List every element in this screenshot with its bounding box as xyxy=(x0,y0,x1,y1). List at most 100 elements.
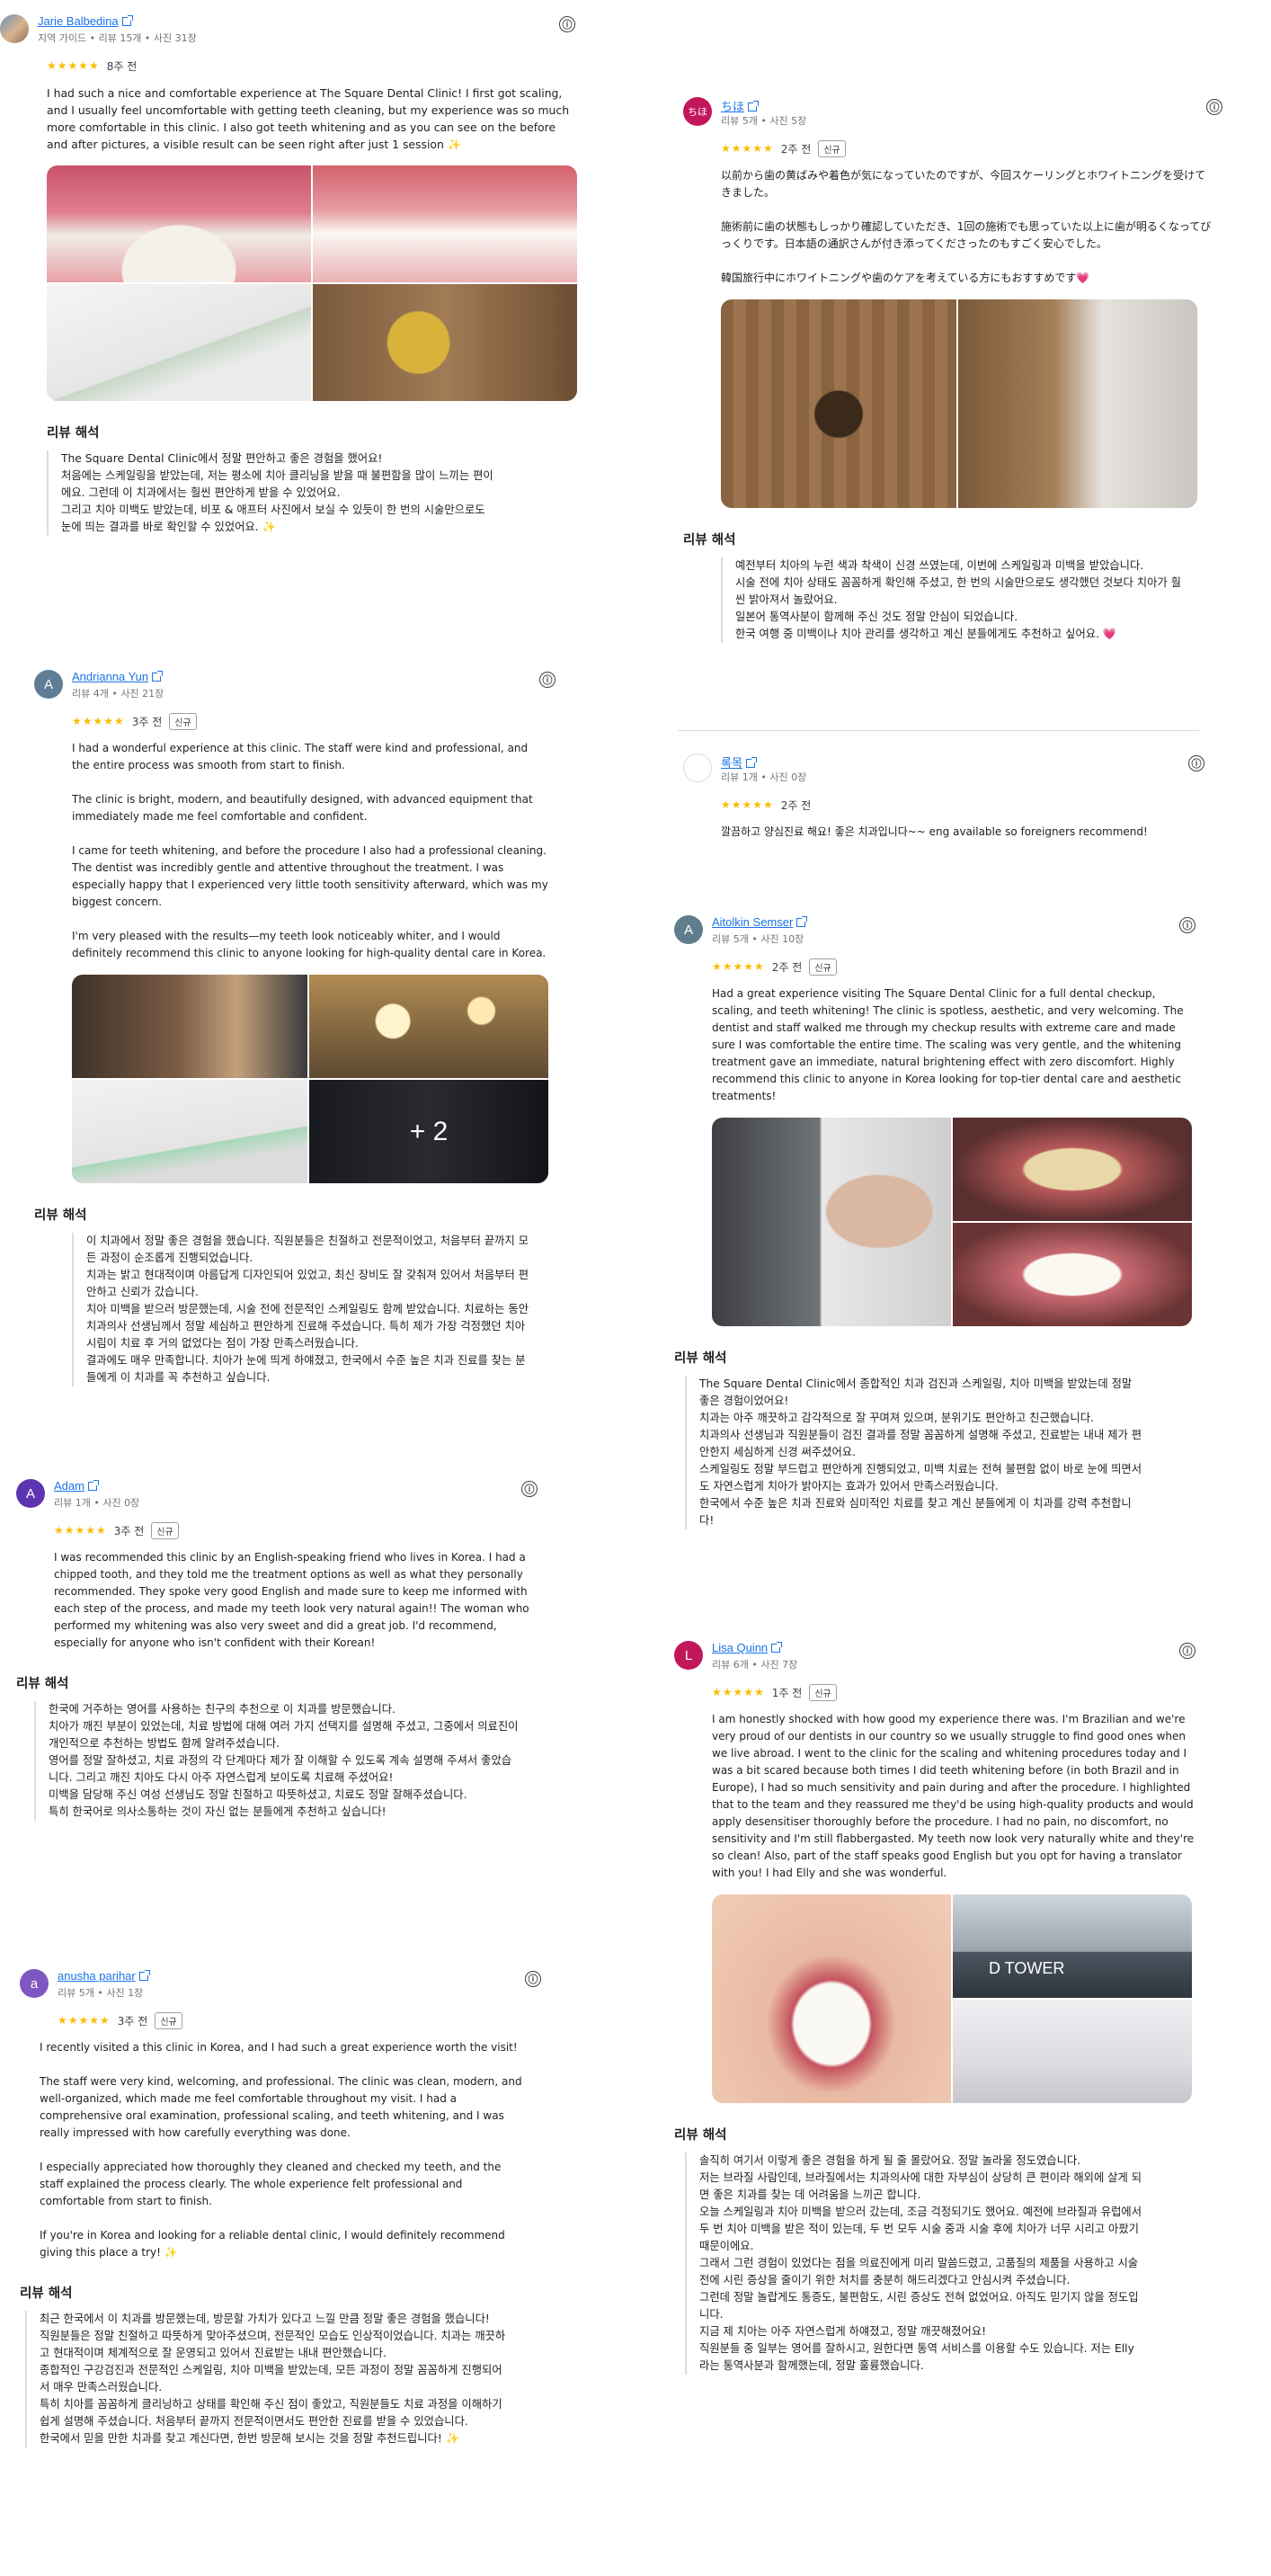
rating-row: ★★★★★ 3주 전 신규 xyxy=(54,1520,538,1540)
translation-title: 리뷰 해석 xyxy=(683,533,736,548)
star-rating: ★★★★★ xyxy=(721,798,774,811)
photo-grid[interactable] xyxy=(712,1118,1192,1326)
info-icon[interactable]: ⓘ xyxy=(559,16,575,32)
avatar[interactable]: A xyxy=(674,915,703,944)
reviewer-meta: 지역 가이드 • 리뷰 15개 • 사진 31장 xyxy=(38,32,197,44)
translation-title: 리뷰 해석 xyxy=(674,2128,727,2143)
reviewer-name-link[interactable]: ちほ xyxy=(721,97,760,114)
photo-dental-chair[interactable] xyxy=(72,1080,307,1183)
rating-row: ★★★★★ 2주 전 xyxy=(721,795,1204,815)
info-icon[interactable]: ⓘ xyxy=(539,672,556,688)
new-badge: 신규 xyxy=(809,1683,837,1701)
photo-grid[interactable] xyxy=(721,299,1197,508)
reviewer-name-link[interactable]: Andrianna Yun xyxy=(72,670,164,683)
review-header: A Adam 리뷰 1개 • 사진 0장 ⓘ xyxy=(16,1479,538,1515)
photo-clinic-interior[interactable] xyxy=(958,299,1197,508)
review-header: Jarie Balbedina 지역 가이드 • 리뷰 15개 • 사진 31장… xyxy=(0,14,575,50)
photo-teeth-after[interactable] xyxy=(313,165,577,282)
star-rating: ★★★★★ xyxy=(712,960,765,973)
translation-title: 리뷰 해석 xyxy=(34,1208,87,1223)
external-link-icon xyxy=(87,1480,99,1491)
review-card: ちほ ちほ 리뷰 5개 • 사진 5장 ⓘ ★★★★★ 2주 전 신규 以前から… xyxy=(683,97,1222,643)
review-date: 2주 전 xyxy=(780,142,812,156)
translation-text: 최근 한국에서 이 치과를 방문했는데, 방문할 가치가 있다고 느낄 만큼 정… xyxy=(25,2311,511,2447)
external-link-icon xyxy=(138,1970,150,1981)
photo-xray-scan[interactable] xyxy=(712,1118,951,1326)
reviewer-name-link[interactable]: Aitolkin Semser xyxy=(712,915,808,929)
review-text: Had a great experience visiting The Squa… xyxy=(712,987,1184,1102)
photo-ceiling-lights[interactable] xyxy=(309,975,548,1078)
rating-row: ★★★★★ 3주 전 신규 xyxy=(58,2010,541,2030)
reviewer-name-link[interactable]: anusha parihar xyxy=(58,1969,150,1983)
external-link-icon xyxy=(152,671,164,682)
review-header: L Lisa Quinn 리뷰 6개 • 사진 7장 ⓘ xyxy=(674,1641,1195,1677)
photo-clinic-reception[interactable] xyxy=(721,299,956,508)
reviewer-name-link[interactable]: Lisa Quinn xyxy=(712,1641,783,1654)
photo-grid[interactable]: D TOWER xyxy=(712,1894,1192,2103)
review-card: A Andrianna Yun 리뷰 4개 • 사진 21장 ⓘ ★★★★★ 3… xyxy=(34,670,556,1386)
reviewer-name-link[interactable]: 록목 xyxy=(721,753,757,771)
info-icon[interactable]: ⓘ xyxy=(521,1481,538,1497)
photo-building-exterior[interactable]: D TOWER xyxy=(953,1894,1192,1998)
info-icon[interactable]: ⓘ xyxy=(1188,755,1204,771)
photo-teeth-before[interactable] xyxy=(47,165,311,282)
avatar[interactable]: L xyxy=(674,1641,703,1670)
photo-clinic-logo[interactable] xyxy=(313,284,577,401)
avatar[interactable]: A xyxy=(16,1479,45,1508)
reviewer-name-link[interactable]: Jarie Balbedina xyxy=(38,14,133,28)
reviewer-name: ちほ xyxy=(721,100,745,113)
star-rating: ★★★★★ xyxy=(721,142,774,155)
info-icon[interactable]: ⓘ xyxy=(525,1971,541,1987)
new-badge: 신규 xyxy=(818,139,846,157)
info-icon[interactable]: ⓘ xyxy=(1179,1643,1195,1659)
external-link-icon xyxy=(745,757,757,768)
translation-title: 리뷰 해석 xyxy=(16,1677,69,1691)
reviewer-meta: 리뷰 5개 • 사진 1장 xyxy=(58,1987,144,1999)
rating-row: ★★★★★ 8주 전 xyxy=(47,56,575,76)
photo-clinic-directory[interactable] xyxy=(953,2000,1192,2103)
photo-smile[interactable] xyxy=(712,1894,951,2103)
rating-row: ★★★★★ 3주 전 신규 xyxy=(72,711,556,731)
more-photos-overlay[interactable]: + 2 xyxy=(309,1080,548,1183)
avatar[interactable]: A xyxy=(34,670,63,699)
reviewer-name-link[interactable]: Adam xyxy=(54,1479,99,1493)
rating-row: ★★★★★ 2주 전 신규 xyxy=(721,138,1222,158)
review-text: I had such a nice and comfortable experi… xyxy=(47,86,570,151)
avatar[interactable] xyxy=(0,14,29,43)
photo-teeth-after[interactable] xyxy=(953,1223,1192,1326)
reviewer-name: Adam xyxy=(54,1479,84,1493)
photo-grid[interactable] xyxy=(47,165,577,401)
translation-text: 한국에 거주하는 영어를 사용하는 친구의 추천으로 이 치과를 방문했습니다.… xyxy=(34,1701,520,1821)
photo-grid[interactable]: + 2 xyxy=(72,975,548,1183)
translation-text: 예전부터 치아의 누런 색과 착색이 신경 쓰였는데, 이번에 스케일링과 미백… xyxy=(721,557,1188,643)
rating-row: ★★★★★ 2주 전 신규 xyxy=(712,957,1195,976)
reviewer-meta: 리뷰 5개 • 사진 10장 xyxy=(712,933,804,945)
review-card: Jarie Balbedina 지역 가이드 • 리뷰 15개 • 사진 31장… xyxy=(0,14,577,536)
photo-teeth-before[interactable] xyxy=(953,1118,1192,1221)
translation-text: 이 치과에서 정말 좋은 경험을 했습니다. 직원분들은 친절하고 전문적이었고… xyxy=(72,1233,530,1386)
external-link-icon xyxy=(796,916,808,927)
photo-clinic-ceiling[interactable] xyxy=(47,284,311,401)
translation-text: The Square Dental Clinic에서 종합적인 치과 검진과 스… xyxy=(685,1376,1143,1529)
photo-treatment-room[interactable] xyxy=(72,975,307,1078)
info-icon[interactable]: ⓘ xyxy=(1206,99,1222,115)
reviewer-name: Lisa Quinn xyxy=(712,1641,769,1654)
review-text: I am honestly shocked with how good my e… xyxy=(712,1713,1195,1879)
external-link-icon xyxy=(771,1642,783,1653)
reviewer-meta: 리뷰 6개 • 사진 7장 xyxy=(712,1659,798,1671)
avatar[interactable]: ちほ xyxy=(683,97,712,126)
info-icon[interactable]: ⓘ xyxy=(1179,917,1195,933)
new-badge: 신규 xyxy=(155,2011,182,2029)
review-date: 8주 전 xyxy=(106,59,138,73)
external-link-icon xyxy=(748,101,760,111)
star-rating: ★★★★★ xyxy=(47,59,100,72)
rating-row: ★★★★★ 1주 전 신규 xyxy=(712,1682,1195,1702)
reviewer-name: anusha parihar xyxy=(58,1969,136,1983)
avatar[interactable] xyxy=(683,753,712,782)
avatar[interactable]: a xyxy=(20,1969,49,1998)
star-rating: ★★★★★ xyxy=(712,1686,765,1698)
review-text: 깔끔하고 양심진료 해요! 좋은 치과입니다~~ eng available s… xyxy=(721,825,1148,838)
review-header: A Andrianna Yun 리뷰 4개 • 사진 21장 ⓘ xyxy=(34,670,556,706)
new-badge: 신규 xyxy=(169,712,197,730)
reviewer-meta: 리뷰 4개 • 사진 21장 xyxy=(72,688,164,700)
